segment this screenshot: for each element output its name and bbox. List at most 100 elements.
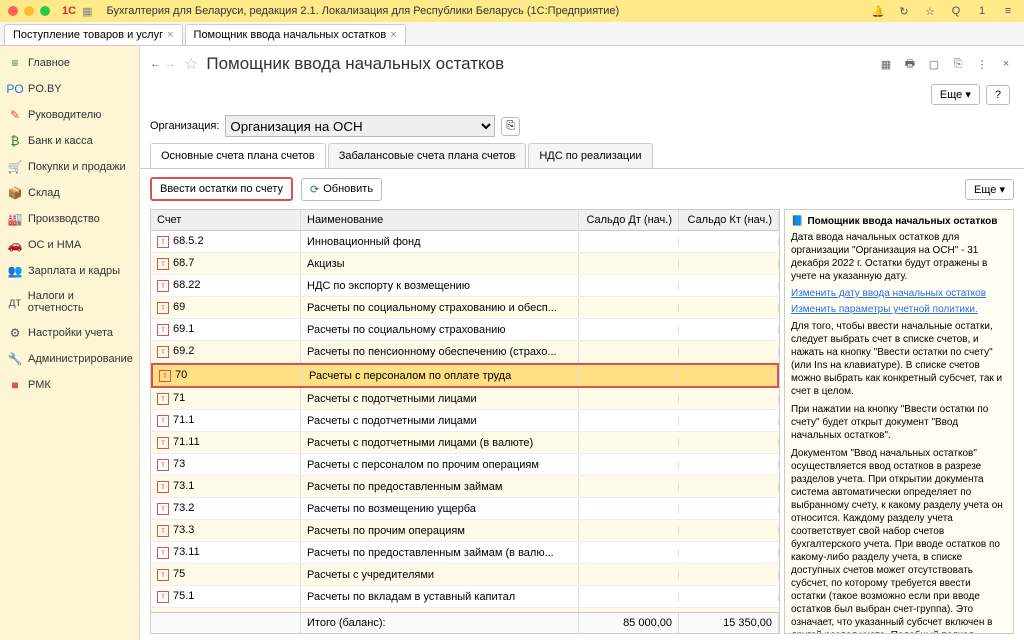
link-icon[interactable]: ⎘ xyxy=(950,58,966,71)
account-icon: т xyxy=(157,258,169,270)
menu-icon[interactable]: ≡ xyxy=(1000,5,1016,18)
maximize-window-icon[interactable] xyxy=(40,6,50,16)
table-row[interactable]: т69.2Расчеты по пенсионному обеспечению … xyxy=(151,341,779,363)
grid-icon[interactable]: ▦ xyxy=(82,5,92,18)
col-name[interactable]: Наименование xyxy=(301,210,579,230)
refresh-icon: ⟳ xyxy=(310,183,319,196)
change-date-link[interactable]: Изменить дату ввода начальных остатков xyxy=(791,288,1007,299)
account-icon: т xyxy=(157,503,169,515)
nav-icon: дт xyxy=(8,295,22,309)
nav-label: Администрирование xyxy=(28,353,133,365)
nav-label: Производство xyxy=(28,213,100,225)
table-row[interactable]: т68.22НДС по экспорту к возмещению xyxy=(151,275,779,297)
table-row[interactable]: т69.1Расчеты по социальному страхованию xyxy=(151,319,779,341)
account-icon: т xyxy=(157,324,169,336)
sidebar-item[interactable]: POPO.BY xyxy=(0,76,139,102)
nav-icon: PO xyxy=(8,82,22,96)
sidebar-item[interactable]: 🚗ОС и НМА xyxy=(0,232,139,258)
nav-label: ОС и НМА xyxy=(28,239,81,251)
tab-assistant[interactable]: Помощник ввода начальных остатков × xyxy=(185,24,406,45)
favorite-icon[interactable]: ☆ xyxy=(184,54,198,74)
star-icon[interactable]: ☆ xyxy=(922,5,938,18)
account-icon: т xyxy=(159,370,171,382)
tab-label: Помощник ввода начальных остатков xyxy=(194,29,387,41)
table-row[interactable]: т73.11Расчеты по предоставленным займам … xyxy=(151,542,779,564)
print-icon[interactable]: 🖶 xyxy=(902,55,918,74)
account-icon: т xyxy=(157,302,169,314)
sidebar-item[interactable]: ✎ Руководителю xyxy=(0,102,139,128)
sidebar-item[interactable]: ⚙Настройки учета xyxy=(0,320,139,346)
doc-icon[interactable]: ▢ xyxy=(926,58,942,71)
table-row[interactable]: т71Расчеты с подотчетными лицами xyxy=(151,388,779,410)
sidebar-item[interactable]: 🔧 Администрирование xyxy=(0,346,139,372)
sidebar-item[interactable]: 📦Склад xyxy=(0,180,139,206)
search-icon[interactable]: Q xyxy=(948,5,964,18)
report-icon[interactable]: ▦ xyxy=(878,58,894,71)
enter-balances-button[interactable]: Ввести остатки по счету xyxy=(150,177,293,201)
nav-icon: ≡ xyxy=(8,56,22,70)
help-button[interactable]: ? xyxy=(986,85,1010,105)
nav-icon: ⚙ xyxy=(8,326,22,340)
col-credit[interactable]: Сальдо Кт (нач.) xyxy=(679,210,779,230)
close-icon[interactable]: × xyxy=(167,29,173,41)
account-icon: т xyxy=(157,393,169,405)
window-controls xyxy=(8,6,50,16)
subtab-vat[interactable]: НДС по реализации xyxy=(528,143,652,168)
sidebar-item[interactable]: 🛒Покупки и продажи xyxy=(0,154,139,180)
minimize-window-icon[interactable] xyxy=(24,6,34,16)
user-icon[interactable]: 1 xyxy=(974,5,990,18)
accounts-table: Счет Наименование Сальдо Дт (нач.) Сальд… xyxy=(150,209,780,634)
table-row[interactable]: т75.1Расчеты по вкладам в уставный капит… xyxy=(151,586,779,608)
table-row[interactable]: т73.3Расчеты по прочим операциям xyxy=(151,520,779,542)
table-row[interactable]: т68.7Акцизы xyxy=(151,253,779,275)
table-row[interactable]: т69Расчеты по социальному страхованию и … xyxy=(151,297,779,319)
close-page-icon[interactable]: × xyxy=(998,58,1014,70)
sidebar-item[interactable]: ₿Банк и касса xyxy=(0,128,139,154)
footer-label: Итого (баланс): xyxy=(301,613,579,633)
page-title: Помощник ввода начальных остатков xyxy=(206,54,504,74)
change-policy-link[interactable]: Изменить параметры учетной политики. xyxy=(791,304,1007,315)
bell-icon[interactable]: 🔔 xyxy=(870,5,886,18)
table-row[interactable]: т71.11Расчеты с подотчетными лицами (в в… xyxy=(151,432,779,454)
sidebar-item[interactable]: дтНалоги и отчетность xyxy=(0,284,139,320)
sidebar-item[interactable]: 🏭Производство xyxy=(0,206,139,232)
col-debit[interactable]: Сальдо Дт (нач.) xyxy=(579,210,679,230)
footer-credit: 15 350,00 xyxy=(679,613,779,633)
footer-debit: 85 000,00 xyxy=(579,613,679,633)
table-row[interactable]: т70Расчеты с персоналом по оплате труда xyxy=(151,363,779,388)
tab-label: Поступление товаров и услуг xyxy=(13,29,163,41)
more-button[interactable]: Еще ▾ xyxy=(931,84,980,105)
account-icon: т xyxy=(157,591,169,603)
close-icon[interactable]: × xyxy=(390,29,396,41)
forward-icon[interactable]: → xyxy=(165,58,176,70)
table-row[interactable]: т71.1Расчеты с подотчетными лицами xyxy=(151,410,779,432)
nav-label: РМК xyxy=(28,379,51,391)
table-row[interactable]: т73.1Расчеты по предоставленным займам xyxy=(151,476,779,498)
nav-label: Руководителю xyxy=(28,109,101,121)
subtab-main[interactable]: Основные счета плана счетов xyxy=(150,143,326,168)
nav-icon: 🔧 xyxy=(8,352,22,366)
refresh-button[interactable]: ⟳ Обновить xyxy=(301,178,382,201)
more-icon[interactable]: ⋮ xyxy=(974,58,990,71)
tab-receipt[interactable]: Поступление товаров и услуг × xyxy=(4,24,183,45)
org-select[interactable]: Организация на ОСН xyxy=(225,115,495,137)
history-icon[interactable]: ↻ xyxy=(896,5,912,18)
subtab-offbalance[interactable]: Забалансовые счета плана счетов xyxy=(328,143,527,168)
close-window-icon[interactable] xyxy=(8,6,18,16)
sidebar-item[interactable]: ■РМК xyxy=(0,372,139,398)
back-icon[interactable]: ← xyxy=(150,58,161,70)
nav-label: Главное xyxy=(28,57,70,69)
table-more-button[interactable]: Еще ▾ xyxy=(965,179,1014,200)
table-row[interactable]: т68.5.2Инновационный фонд xyxy=(151,231,779,253)
col-account[interactable]: Счет xyxy=(151,210,301,230)
sidebar-item[interactable]: 👥Зарплата и кадры xyxy=(0,258,139,284)
nav-icon: ✎ xyxy=(8,108,22,122)
table-row[interactable]: т73.2Расчеты по возмещению ущерба xyxy=(151,498,779,520)
account-icon: т xyxy=(157,415,169,427)
sidebar-item[interactable]: ≡ Главное xyxy=(0,50,139,76)
table-row[interactable]: т73Расчеты с персоналом по прочим операц… xyxy=(151,454,779,476)
table-row[interactable]: т75Расчеты с учредителями xyxy=(151,564,779,586)
org-open-icon[interactable]: ⎘ xyxy=(501,117,520,136)
account-icon: т xyxy=(157,280,169,292)
help-title: Помощник ввода начальных остатков xyxy=(791,216,1007,227)
